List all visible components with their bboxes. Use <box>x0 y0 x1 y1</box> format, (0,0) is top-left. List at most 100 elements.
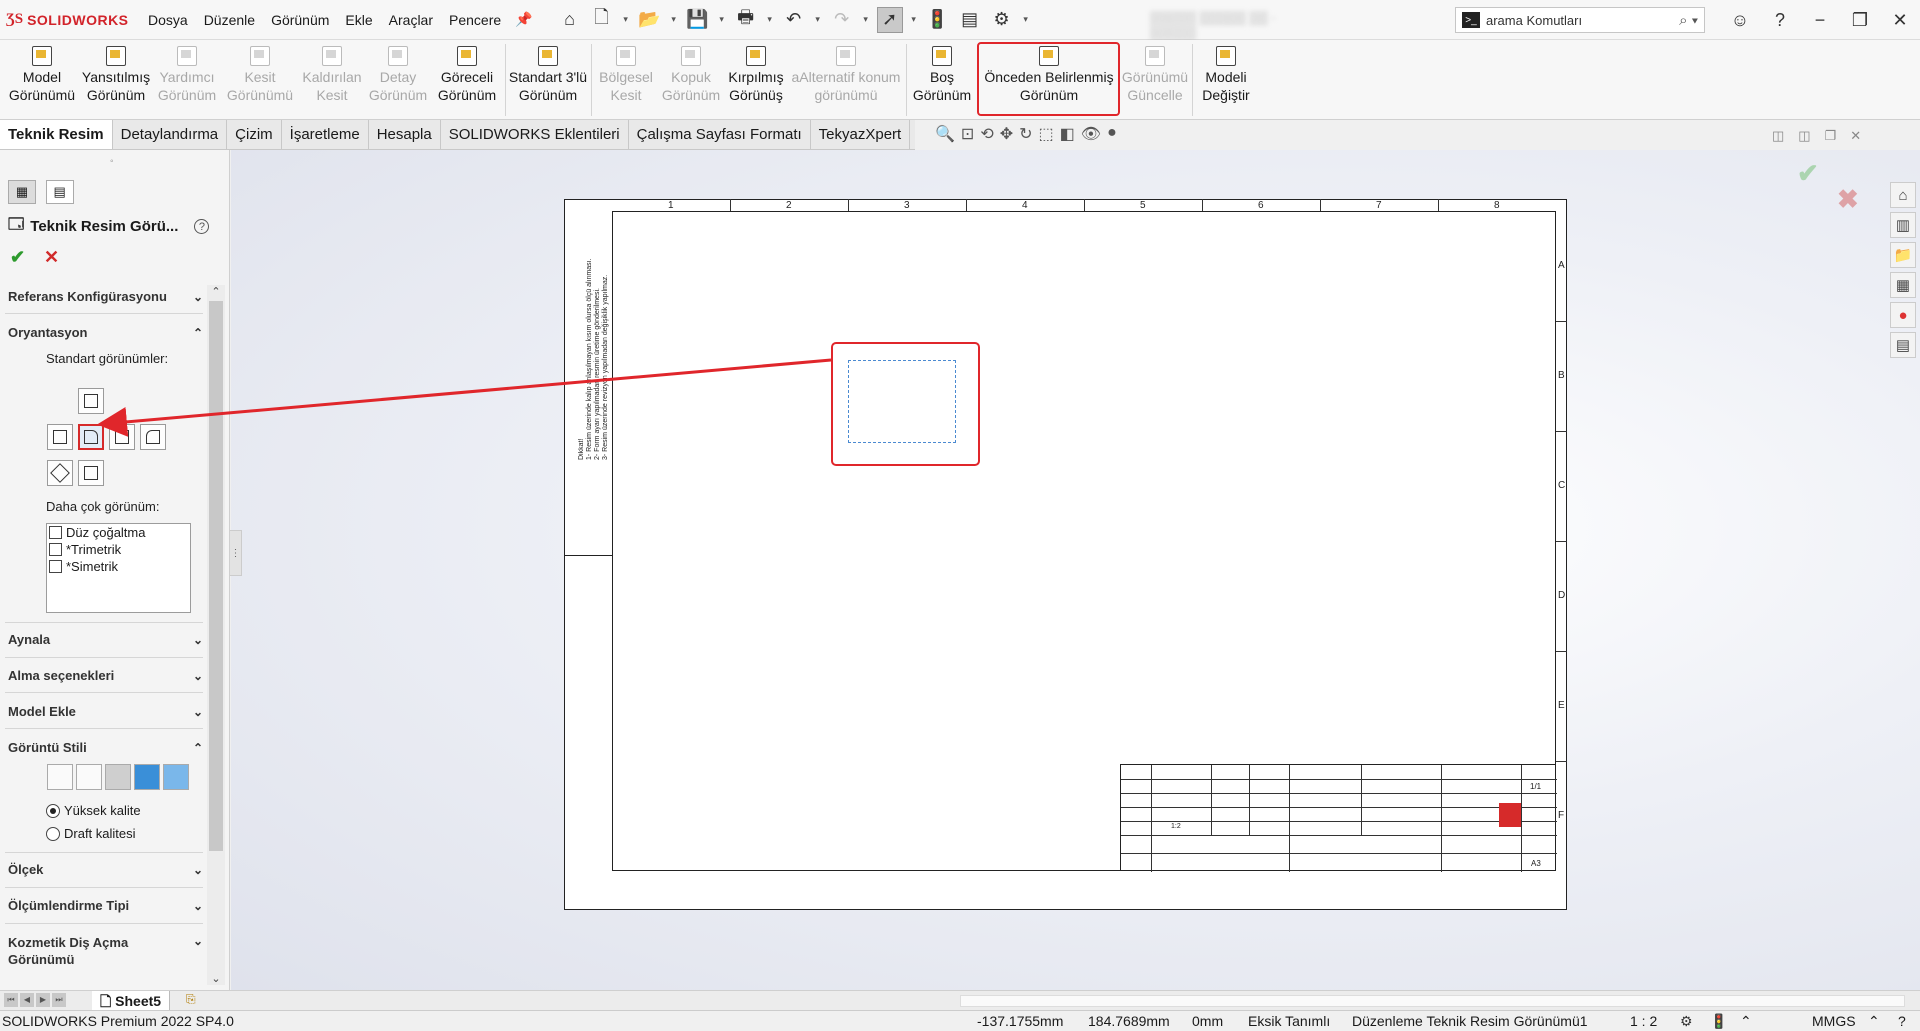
file-explorer-icon[interactable]: 📁 <box>1890 242 1916 268</box>
panel-grip-icon[interactable]: ◦ <box>110 156 114 167</box>
view-left-button[interactable] <box>47 424 73 450</box>
viewport-icon-2[interactable]: ◫ <box>1798 128 1810 144</box>
chevron-down-icon[interactable]: ▾ <box>909 7 919 33</box>
chevron-down-icon[interactable]: ▾ <box>765 7 775 33</box>
section-add-model[interactable]: Model Ekle ⌄ <box>8 704 203 719</box>
display-style-icon[interactable]: ◧ <box>1060 124 1075 144</box>
radio-button[interactable] <box>46 803 60 818</box>
confirm-corner-cancel-icon[interactable]: ✖ <box>1837 184 1859 215</box>
chevron-up-icon[interactable]: ⌃ <box>1868 1011 1880 1031</box>
chevron-down-icon[interactable]: ▾ <box>621 7 631 33</box>
wireframe-style-button[interactable] <box>47 764 73 790</box>
previous-view-icon[interactable]: ⟲ <box>980 124 993 144</box>
tab-annotation[interactable]: Detaylandırma <box>113 120 228 149</box>
view-top-button[interactable] <box>78 388 104 414</box>
view-palette-icon[interactable]: ▦ <box>1890 272 1916 298</box>
tab-tekyazxpert[interactable]: TekyazXpert <box>811 120 911 149</box>
hide-show-icon[interactable]: 👁 <box>1081 124 1101 144</box>
shaded-button[interactable] <box>163 764 189 790</box>
quality-high-radio[interactable]: Yüksek kalite <box>46 803 141 818</box>
view-right-button[interactable] <box>109 424 135 450</box>
relative-view-button[interactable]: Göreceli Görünüm <box>432 46 502 116</box>
save-icon[interactable]: 💾 <box>685 7 711 33</box>
section-scale[interactable]: Ölçek ⌄ <box>8 862 203 877</box>
layers-tab-icon[interactable]: ▤ <box>45 180 74 204</box>
view-orientation-icon[interactable]: ⬚ <box>1039 124 1054 144</box>
hidden-lines-removed-button[interactable] <box>105 764 131 790</box>
first-sheet-icon[interactable]: ⏮ <box>4 993 18 1007</box>
update-view-button[interactable]: Görünümü Güncelle <box>1122 46 1188 116</box>
section-display-style[interactable]: Görüntü Stili ⌃ <box>8 740 203 755</box>
tab-drawing[interactable]: Teknik Resim <box>0 120 113 149</box>
search-input[interactable]: arama Komutları <box>1486 13 1582 28</box>
alternate-position-view-button[interactable]: aAlternatif konum görünümü <box>790 46 902 116</box>
section-mirror[interactable]: Aynala ⌄ <box>8 632 203 647</box>
break-view-button[interactable]: Kopuk Görünüm <box>660 46 722 116</box>
search-icon[interactable]: ⌕ ▾ <box>1679 12 1698 29</box>
open-icon[interactable]: 📂 <box>637 7 663 33</box>
add-sheet-icon[interactable]: ⎘ <box>186 992 196 1007</box>
sheet-scale[interactable]: 1 : 2 <box>1630 1011 1657 1031</box>
view-isometric-button[interactable] <box>47 460 73 486</box>
print-icon[interactable]: 🖶 <box>733 7 759 33</box>
chevron-down-icon[interactable]: ▾ <box>669 7 679 33</box>
settings-icon[interactable]: ⚙ <box>1680 1011 1693 1031</box>
shaded-with-edges-button[interactable] <box>134 764 160 790</box>
menu-window[interactable]: Pencere <box>441 0 509 40</box>
zoom-to-area-icon[interactable]: ⊡ <box>961 124 974 144</box>
viewport-restore-icon[interactable]: ❐ <box>1825 128 1837 144</box>
scroll-up-icon[interactable]: ⌃ <box>207 285 225 298</box>
removed-section-button[interactable]: Kaldırılan Kesit <box>298 46 366 116</box>
empty-view-button[interactable]: Boş Görünüm <box>910 46 974 116</box>
more-views-list[interactable]: Düz çoğaltma *Trimetrik *Simetrik <box>46 523 191 613</box>
chevron-down-icon[interactable]: ▾ <box>813 7 823 33</box>
view-bottom-button[interactable] <box>78 460 104 486</box>
appearances-icon[interactable]: ● <box>1890 302 1916 328</box>
help-icon[interactable]: ? <box>194 219 210 234</box>
section-view-button[interactable]: Kesit Görünümü <box>224 46 296 116</box>
list-item[interactable]: *Trimetrik <box>47 541 190 558</box>
redo-icon[interactable]: ↷ <box>829 7 855 33</box>
projected-view-button[interactable]: Yansıtılmış Görünüm <box>80 46 152 116</box>
home-icon[interactable]: ⌂ <box>1890 182 1916 208</box>
custom-properties-icon[interactable]: ▤ <box>1890 332 1916 358</box>
standard-3-view-button[interactable]: Standart 3'lü Görünüm <box>508 46 588 116</box>
minimize-icon[interactable]: − <box>1800 10 1840 31</box>
last-sheet-icon[interactable]: ⏭ <box>52 993 66 1007</box>
tab-evaluate[interactable]: Hesapla <box>369 120 441 149</box>
viewport-close-icon[interactable]: ✕ <box>1850 128 1861 144</box>
hidden-lines-visible-button[interactable] <box>76 764 102 790</box>
menu-view[interactable]: Görünüm <box>263 0 337 40</box>
confirm-corner-ok-icon[interactable]: ✔ <box>1797 158 1819 189</box>
tab-markup[interactable]: İşaretleme <box>282 120 369 149</box>
tab-sketch[interactable]: Çizim <box>227 120 282 149</box>
undo-icon[interactable]: ↶ <box>781 7 807 33</box>
rebuild-icon[interactable]: 🚦 <box>1710 1011 1727 1031</box>
detail-view-button[interactable]: Detay Görünüm <box>366 46 430 116</box>
model-view-button[interactable]: Model Görünümü <box>6 46 78 116</box>
close-icon[interactable]: ✕ <box>1880 10 1920 31</box>
home-icon[interactable]: ⌂ <box>557 7 583 33</box>
panel-collapse-handle[interactable]: ⋮ <box>230 530 242 576</box>
prev-sheet-icon[interactable]: ◀ <box>20 993 34 1007</box>
tab-addins[interactable]: SOLIDWORKS Eklentileri <box>441 120 629 149</box>
scroll-down-icon[interactable]: ⌄ <box>207 972 225 985</box>
zoom-to-fit-icon[interactable]: 🔍 <box>935 124 955 144</box>
menu-tools[interactable]: Araçlar <box>381 0 441 40</box>
view-back-button[interactable] <box>140 424 166 450</box>
crop-view-button[interactable]: Kırpılmış Görünüş <box>724 46 788 116</box>
menu-edit[interactable]: Düzenle <box>196 0 263 40</box>
cancel-x-icon[interactable]: ✕ <box>44 247 59 268</box>
replace-model-button[interactable]: Modeli Değiştir <box>1196 46 1256 116</box>
traffic-light-icon[interactable]: 🚦 <box>925 7 951 33</box>
select-pointer-icon[interactable]: ➚ <box>876 6 903 33</box>
options-gear-icon[interactable]: ⚙ <box>989 7 1015 33</box>
checkbox[interactable] <box>49 560 62 573</box>
unit-system[interactable]: MMGS <box>1812 1011 1856 1031</box>
broken-out-section-button[interactable]: Bölgesel Kesit <box>594 46 658 116</box>
pan-icon[interactable]: ✥ <box>1000 124 1013 144</box>
chevron-down-icon[interactable]: ▾ <box>1021 7 1031 33</box>
section-orientation[interactable]: Oryantasyon ⌃ <box>8 325 203 340</box>
scrollbar-thumb[interactable] <box>209 301 223 851</box>
chevron-down-icon[interactable]: ▾ <box>717 7 727 33</box>
